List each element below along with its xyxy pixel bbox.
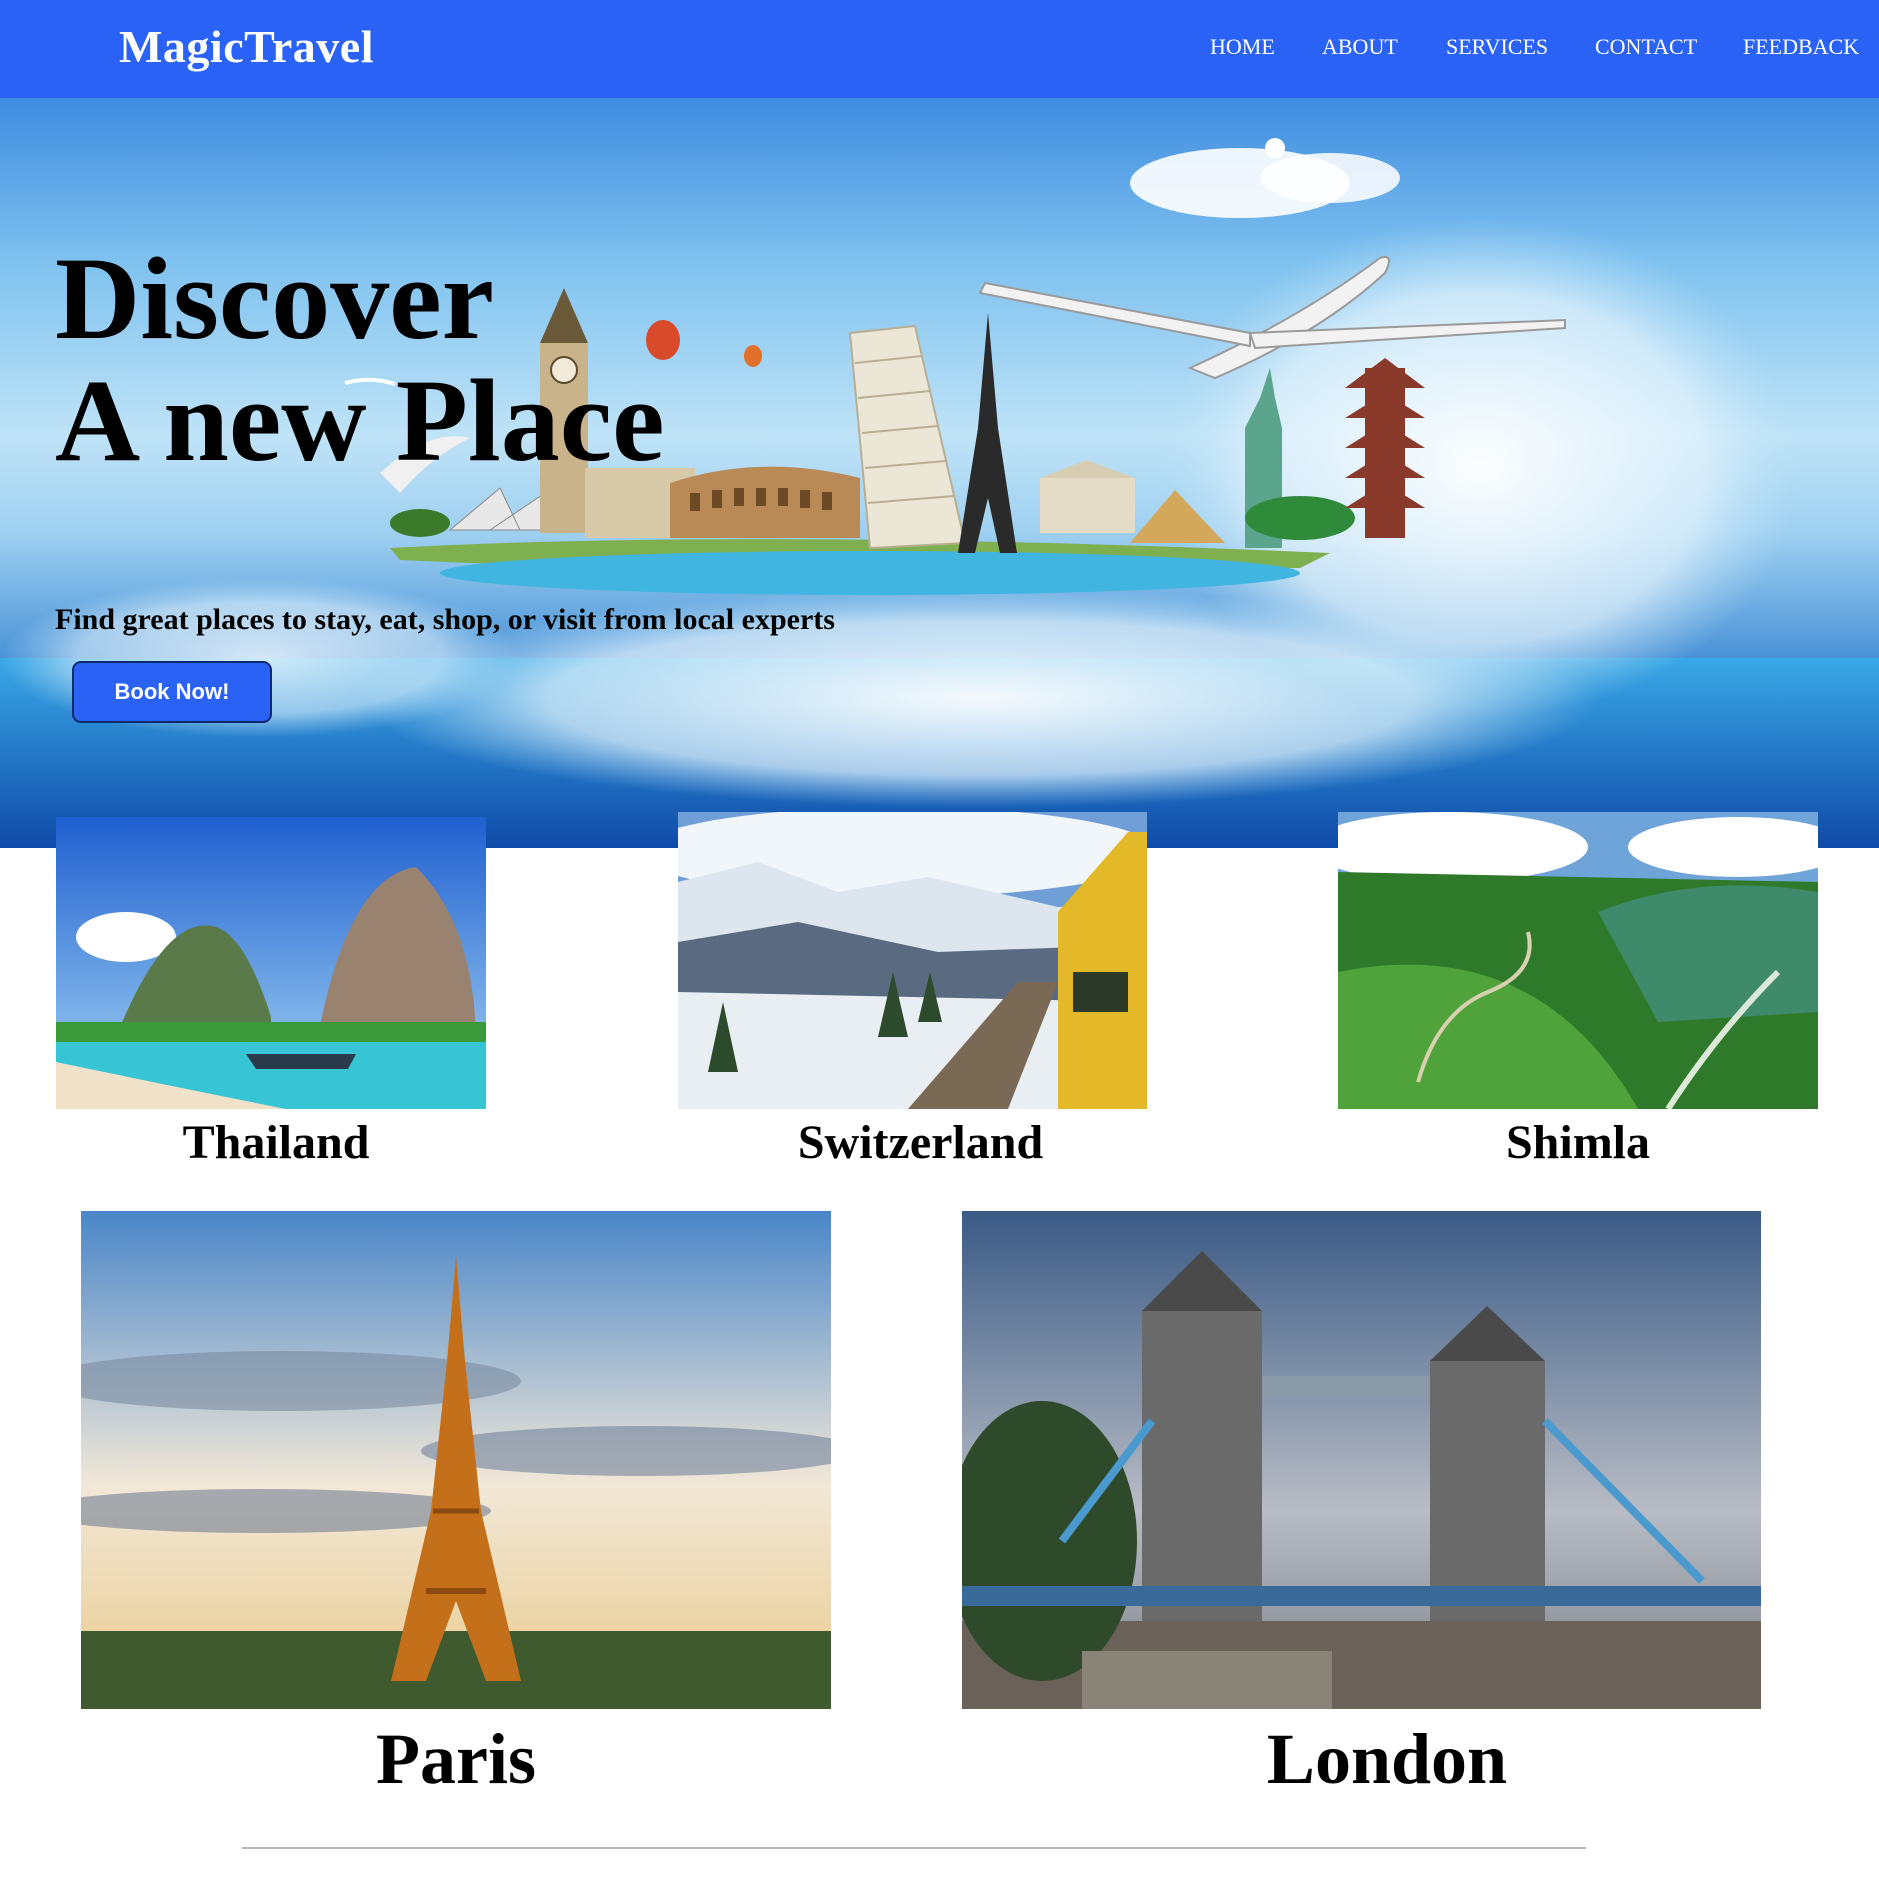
london-image[interactable] — [962, 1211, 1761, 1709]
london-label: London — [1266, 1719, 1508, 1799]
brand-logo[interactable]: MagicTravel — [119, 20, 374, 73]
book-now-button[interactable]: Book Now! — [72, 661, 272, 723]
hero-title-line1: Discover — [55, 233, 495, 364]
paris-label: Paris — [376, 1719, 536, 1799]
hero-section: Discover A new Place Find great places t… — [0, 98, 1879, 848]
nav-about-link[interactable]: ABOUT — [1322, 34, 1398, 60]
thailand-label: Thailand — [182, 1116, 370, 1169]
hero-title-line2: A new Place — [55, 355, 665, 486]
navbar: MagicTravel HOME ABOUT SERVICES CONTACT … — [0, 0, 1879, 98]
switzerland-image[interactable] — [678, 812, 1147, 1109]
nav-services-link[interactable]: SERVICES — [1446, 34, 1548, 60]
nav-contact-link[interactable]: CONTACT — [1595, 34, 1697, 60]
shimla-image[interactable] — [1338, 812, 1818, 1109]
hero-subtitle: Find great places to stay, eat, shop, or… — [55, 603, 835, 636]
hero-title: Discover A new Place — [55, 238, 665, 482]
switzerland-label: Switzerland — [797, 1116, 1044, 1169]
nav-feedback-link[interactable]: FEEDBACK — [1743, 34, 1859, 60]
thailand-image[interactable] — [56, 817, 486, 1109]
nav-home-link[interactable]: HOME — [1210, 34, 1275, 60]
footer-divider — [242, 1847, 1586, 1849]
paris-image[interactable] — [81, 1211, 831, 1709]
shimla-label: Shimla — [1505, 1116, 1651, 1169]
